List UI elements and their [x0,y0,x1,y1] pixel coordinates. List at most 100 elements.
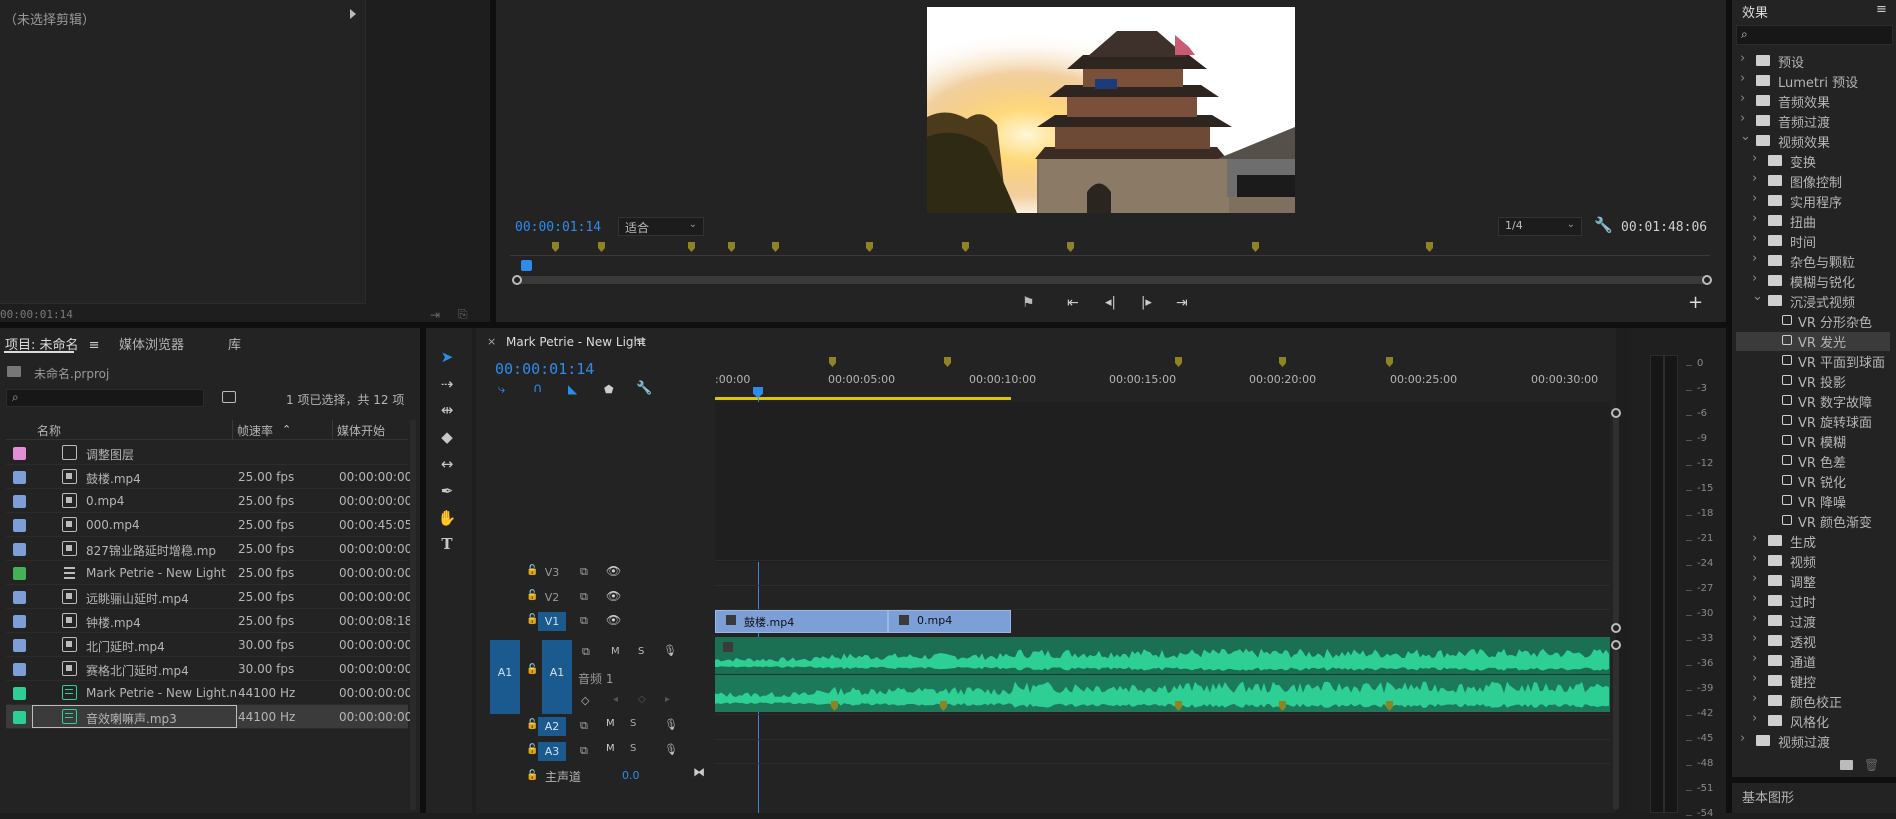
chevron-right-icon[interactable]: › [1752,691,1757,706]
source-clip-title[interactable]: （未选择剪辑） [4,9,95,28]
insert-icon[interactable]: ⇥ [430,308,440,322]
chevron-right-icon[interactable]: › [1752,251,1757,266]
export-frame-icon[interactable]: ⎘ [458,307,468,322]
effect-item[interactable]: VR 旋转球面 [1736,412,1890,431]
column-media-start[interactable]: 媒体开始 [337,422,385,439]
project-scrollbar[interactable] [410,420,416,810]
effect-folder[interactable]: › 风格化 [1736,711,1890,731]
go-to-in-icon[interactable]: ⇤ [1067,295,1079,311]
source-patch-a1[interactable]: A1 [490,640,520,714]
track-v2-header[interactable]: 🔓 V2 ⧉ 👁 [478,585,712,610]
chevron-right-icon[interactable]: › [1740,91,1745,106]
item-name[interactable]: 827锦业路延时增稳.mp [86,542,236,559]
item-name[interactable]: 北门延时.mp4 [86,638,236,655]
label-color-swatch[interactable] [13,495,26,508]
lock-icon[interactable]: 🔓 [526,614,538,625]
effects-title[interactable]: 效果 [1742,2,1768,21]
effect-folder[interactable]: › 杂色与颗粒 [1736,251,1890,271]
item-name[interactable]: Mark Petrie - New Light [86,566,236,580]
mute-button[interactable]: M [611,646,620,657]
resolution-dropdown[interactable]: 1/4 ⌄ [1498,217,1582,236]
chevron-right-icon[interactable]: › [1752,211,1757,226]
effect-folder[interactable]: ⌄ 沉浸式视频 [1736,289,1890,311]
effects-search-input[interactable]: ⌕ [1736,25,1893,45]
chevron-right-icon[interactable]: › [1740,731,1745,746]
track-lane-master[interactable] [715,763,1610,787]
effect-folder[interactable]: › 图像控制 [1736,171,1890,191]
project-item-row[interactable]: 音效喇嘛声.mp344100 Hz 00:00:00:0000 [6,705,411,729]
chevron-right-icon[interactable]: › [1740,111,1745,126]
effect-item[interactable]: VR 降噪 [1736,492,1890,511]
label-color-swatch[interactable] [13,711,26,724]
chevron-right-icon[interactable]: › [1752,631,1757,646]
track-v3-header[interactable]: 🔓 V3 ⧉ 👁 [478,560,712,585]
track-lane-a3[interactable] [715,739,1610,763]
project-search-input[interactable]: ⌕ [6,389,204,407]
program-playhead[interactable] [521,260,532,271]
chevron-down-icon[interactable]: ⌄ [1740,129,1751,144]
next-keyframe-icon[interactable]: ▸ [665,694,670,705]
lock-icon[interactable]: 🔓 [526,770,538,781]
effect-item[interactable]: VR 颜色渐变 [1736,512,1890,531]
project-item-row[interactable]: 调整图层 [6,441,408,465]
chevron-down-icon[interactable]: ⌄ [1752,289,1763,304]
column-fps[interactable]: 帧速率 [237,422,273,439]
item-name[interactable]: 钟楼.mp4 [86,614,236,631]
project-item-row[interactable]: 827锦业路延时增稳.mp 25.00 fps 00:00:00:00 [6,537,411,561]
delete-icon[interactable]: 🗑 [1864,758,1879,772]
project-item-row[interactable]: 北门延时.mp4 30.00 fps 00:00:00:00 [6,633,411,657]
effect-folder[interactable]: › 生成 [1736,531,1890,551]
effect-folder[interactable]: › 颜色校正 [1736,691,1890,711]
chevron-right-icon[interactable]: › [1740,71,1745,86]
mute-button[interactable]: M [606,743,615,754]
program-timecode[interactable]: 00:00:01:14 [515,220,601,235]
effect-folder[interactable]: › 预设 [1736,51,1890,71]
track-name-v3[interactable]: V3 [538,563,566,582]
project-item-row[interactable]: 鼓楼.mp4 25.00 fps 00:00:00:00 [6,465,411,489]
divider[interactable] [1732,777,1896,783]
new-search-bin-icon[interactable] [222,391,236,403]
label-color-swatch[interactable] [13,519,26,532]
go-to-end-icon[interactable]: ⧓ [693,765,705,779]
menu-icon[interactable]: ≡ [1876,2,1887,17]
label-color-swatch[interactable] [13,639,26,652]
label-color-swatch[interactable] [13,543,26,556]
scroll-handle-right[interactable] [1702,275,1712,285]
effect-item[interactable]: VR 模糊 [1736,432,1890,451]
add-marker-icon[interactable]: ⚑ [1022,295,1035,311]
effect-folder[interactable]: › 扭曲 [1736,211,1890,231]
menu-icon[interactable]: ≡ [636,334,646,348]
effect-folder[interactable]: › 音频效果 [1736,91,1890,111]
effect-item[interactable]: VR 投影 [1736,372,1890,391]
scroll-handle[interactable] [1611,408,1621,418]
sync-lock-icon[interactable]: ⧉ [582,645,590,659]
eye-icon[interactable]: 👁 [606,613,621,627]
solo-button[interactable]: S [630,718,636,729]
close-sequence-icon[interactable]: × [487,335,496,348]
wrench-icon[interactable]: 🔧 [1594,216,1613,234]
track-name-v1[interactable]: V1 [538,612,566,631]
effect-folder[interactable]: › 音频过渡 [1736,111,1890,131]
track-name-a3[interactable]: A3 [538,742,566,761]
tab-media-browser[interactable]: 媒体浏览器 [119,334,184,353]
menu-icon[interactable]: ≡ [89,338,100,353]
chevron-right-icon[interactable]: › [1752,591,1757,606]
effect-folder[interactable]: › 时间 [1736,231,1890,251]
label-color-swatch[interactable] [13,615,26,628]
linked-selection-icon[interactable]: ∩ [533,381,543,396]
effect-folder[interactable]: › 通道 [1736,651,1890,671]
project-item-row[interactable]: Mark Petrie - New Light.m 44100 Hz 00:00:0… [6,681,411,705]
scroll-handle-left[interactable] [512,275,522,285]
track-name-a2[interactable]: A2 [538,717,566,736]
solo-button[interactable]: S [630,743,636,754]
project-item-row[interactable]: 0.mp4 25.00 fps 00:00:00:00 [6,489,411,513]
sync-lock-icon[interactable]: ⧉ [580,590,588,604]
effect-folder[interactable]: ⌄ 视频效果 [1736,129,1890,151]
chevron-right-icon[interactable]: › [1752,551,1757,566]
track-select-tool-icon[interactable]: ⇢ [436,373,458,395]
effect-item[interactable]: VR 发光 [1736,332,1890,351]
add-button-icon[interactable]: + [1688,292,1703,313]
effect-folder[interactable]: › 过时 [1736,591,1890,611]
snap-icon[interactable]: ⤷ [498,382,505,397]
pen-tool-icon[interactable]: ✒ [436,480,458,502]
